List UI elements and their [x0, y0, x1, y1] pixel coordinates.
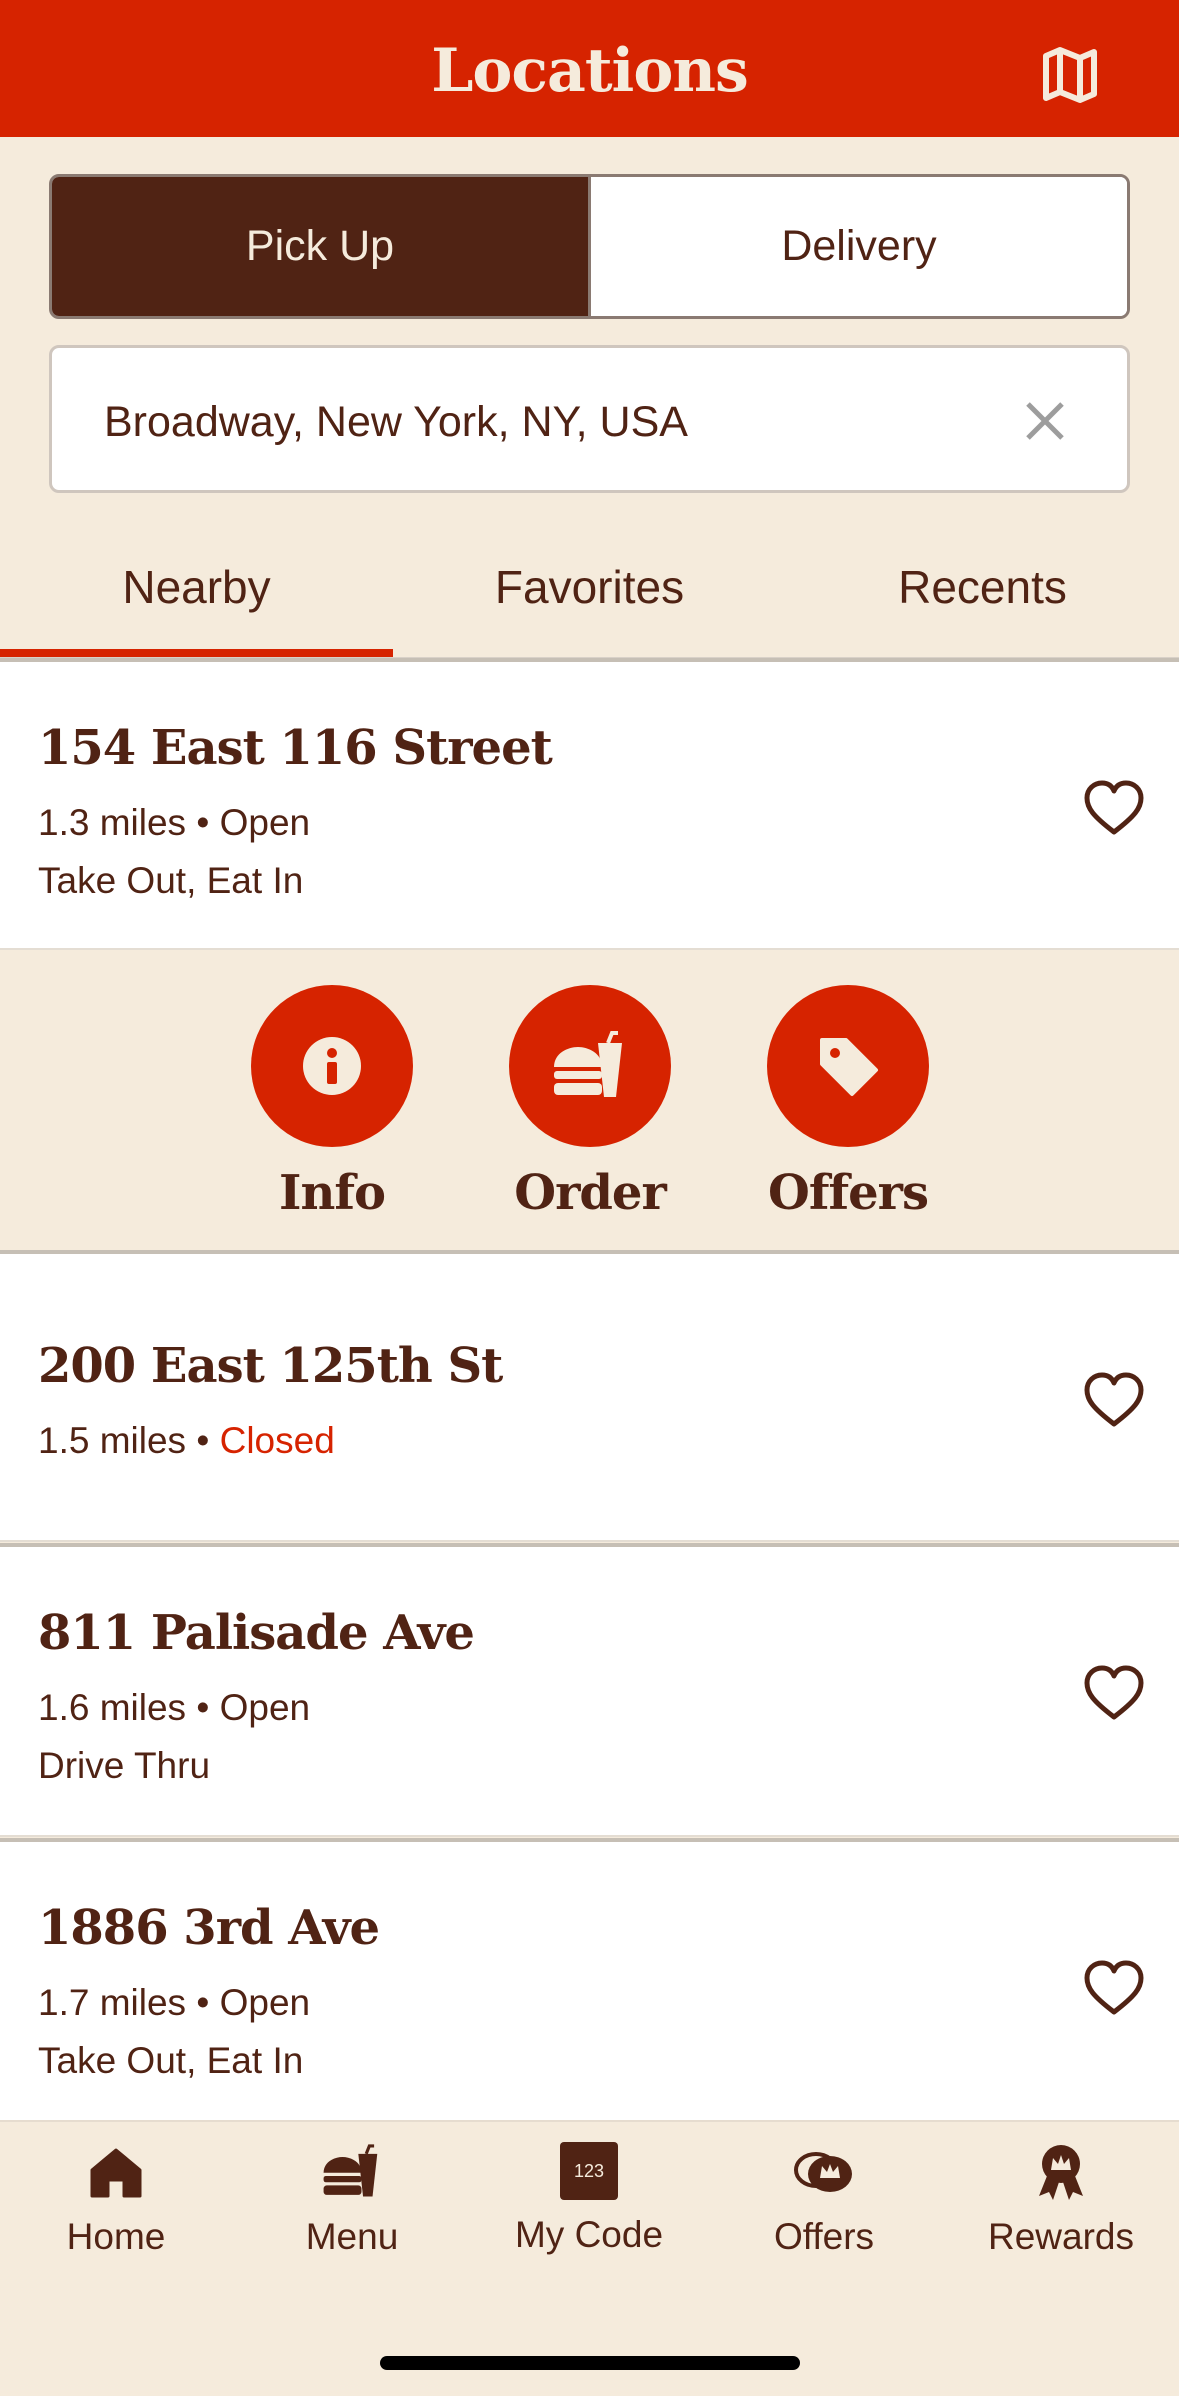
location-distance: 1.6 miles	[38, 1687, 187, 1728]
location-distance: 1.3 miles	[38, 802, 187, 843]
page-title: Locations	[431, 36, 749, 106]
rewards-icon	[1039, 2145, 1083, 2200]
location-status: Open	[219, 802, 311, 843]
location-services: Take Out, Eat In	[38, 2040, 304, 2081]
location-status: Closed	[219, 1420, 335, 1461]
heart-icon[interactable]	[1083, 780, 1145, 838]
location-card[interactable]: 154 East 116 Street 1.3 miles • Open Tak…	[0, 658, 1179, 950]
bottom-nav: Home Menu 123 My Code Offers Rewards	[0, 2120, 1179, 2396]
address-search-value: Broadway, New York, NY, USA	[104, 398, 688, 446]
tab-recents[interactable]: Recents	[786, 560, 1179, 614]
separator: •	[196, 1420, 210, 1461]
location-meta: 1.7 miles • Open	[38, 1982, 310, 2024]
location-services: Take Out, Eat In	[38, 860, 304, 901]
separator: •	[196, 802, 210, 843]
separator: •	[196, 1687, 210, 1728]
location-meta: 1.6 miles • Open	[38, 1687, 310, 1729]
active-tab-indicator	[0, 649, 393, 657]
code-icon: 123	[560, 2142, 618, 2200]
burger-drink-icon	[323, 2144, 378, 2197]
info-icon	[251, 985, 413, 1147]
location-name: 811 Palisade Ave	[38, 1605, 475, 1661]
service-mode-toggle: Pick Up Delivery	[49, 174, 1130, 319]
nav-my-code-label: My Code	[514, 2214, 664, 2255]
order-action-label: Order	[514, 1165, 667, 1221]
delivery-toggle-button[interactable]: Delivery	[588, 177, 1127, 316]
location-actions: Info Order Offers	[0, 950, 1179, 1250]
tab-favorites[interactable]: Favorites	[393, 560, 786, 614]
location-meta: 1.5 miles • Closed	[38, 1420, 335, 1462]
tag-icon	[767, 985, 929, 1147]
location-name: 1886 3rd Ave	[38, 1900, 380, 1956]
nav-menu[interactable]: Menu	[252, 2142, 452, 2258]
location-distance: 1.7 miles	[38, 1982, 187, 2023]
location-services: Drive Thru	[38, 1745, 211, 1786]
heart-icon[interactable]	[1083, 1372, 1145, 1430]
location-meta: 1.3 miles • Open	[38, 802, 310, 844]
location-name: 200 East 125th St	[38, 1338, 503, 1394]
offers-action-button[interactable]: Offers	[767, 985, 929, 1221]
tab-nearby[interactable]: Nearby	[0, 560, 393, 614]
pickup-toggle-button[interactable]: Pick Up	[52, 177, 588, 316]
nav-rewards[interactable]: Rewards	[961, 2142, 1161, 2258]
location-status: Open	[219, 1982, 311, 2023]
nav-offers[interactable]: Offers	[724, 2142, 924, 2258]
location-status: Open	[219, 1687, 311, 1728]
nav-offers-label: Offers	[773, 2216, 875, 2257]
location-tabs: Nearby Favorites Recents	[0, 540, 1179, 660]
nav-home-label: Home	[66, 2216, 166, 2257]
home-indicator[interactable]	[380, 2356, 800, 2370]
location-distance: 1.5 miles	[38, 1420, 187, 1461]
address-search-input[interactable]: Broadway, New York, NY, USA	[49, 345, 1130, 493]
nav-rewards-label: Rewards	[988, 2216, 1134, 2257]
order-action-button[interactable]: Order	[509, 985, 671, 1221]
offers-action-label: Offers	[768, 1165, 929, 1221]
info-action-button[interactable]: Info	[251, 985, 413, 1221]
nav-my-code[interactable]: 123 My Code	[489, 2142, 689, 2256]
code-icon-text: 123	[573, 2160, 605, 2181]
heart-icon[interactable]	[1083, 1960, 1145, 2018]
location-card[interactable]: 811 Palisade Ave 1.6 miles • Open Drive …	[0, 1543, 1179, 1837]
app-header: Locations	[0, 0, 1179, 137]
nav-menu-label: Menu	[305, 2216, 399, 2257]
offers-icon	[794, 2152, 852, 2192]
home-icon	[90, 2148, 142, 2198]
nav-home[interactable]: Home	[16, 2142, 216, 2258]
location-card[interactable]: 1886 3rd Ave 1.7 miles • Open Take Out, …	[0, 1838, 1179, 2128]
heart-icon[interactable]	[1083, 1665, 1145, 1723]
map-icon[interactable]	[1040, 46, 1100, 104]
separator: •	[196, 1982, 210, 2023]
location-card[interactable]: 200 East 125th St 1.5 miles • Closed	[0, 1250, 1179, 1542]
location-name: 154 East 116 Street	[38, 720, 553, 776]
info-action-label: Info	[278, 1165, 386, 1221]
burger-drink-icon	[509, 985, 671, 1147]
close-icon[interactable]	[1020, 396, 1070, 446]
